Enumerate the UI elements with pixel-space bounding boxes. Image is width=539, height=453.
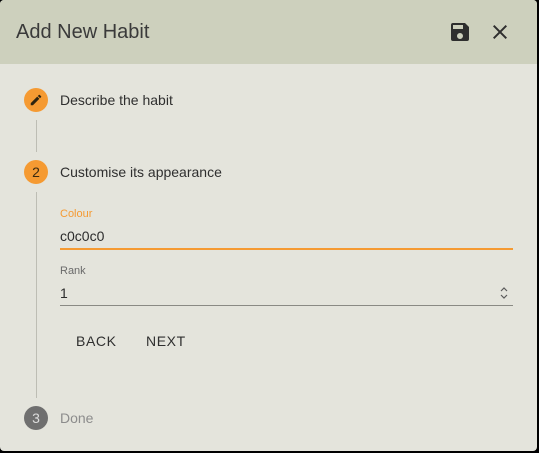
close-icon bbox=[493, 25, 507, 39]
rank-field-label: Rank bbox=[60, 265, 86, 277]
rank-input-wrapper[interactable]: 1 bbox=[60, 283, 513, 305]
step-3-label: Done bbox=[60, 410, 94, 426]
close-button[interactable] bbox=[488, 20, 512, 44]
rank-field[interactable]: Rank 1 bbox=[60, 264, 513, 306]
colour-input[interactable]: c0c0c0 bbox=[60, 226, 513, 248]
dialog-titlebar: Add New Habit bbox=[0, 0, 537, 64]
number-stepper-icon[interactable] bbox=[499, 285, 509, 301]
step-2-label: Customise its appearance bbox=[60, 164, 222, 180]
add-habit-dialog: Add New Habit Describe the habit 2 Custo… bbox=[0, 0, 537, 451]
next-button[interactable]: NEXT bbox=[146, 332, 186, 350]
rank-input-underline bbox=[60, 305, 513, 306]
step-3-indicator: 3 bbox=[24, 406, 48, 430]
step-1-label[interactable]: Describe the habit bbox=[60, 91, 173, 109]
pencil-icon bbox=[30, 94, 42, 106]
dialog-title: Add New Habit bbox=[16, 21, 150, 43]
save-button[interactable] bbox=[448, 20, 472, 44]
floppy-disk-icon bbox=[451, 23, 469, 41]
rank-input[interactable]: 1 bbox=[60, 285, 68, 301]
colour-input-underline bbox=[60, 248, 513, 250]
step-1-indicator[interactable] bbox=[24, 88, 48, 112]
back-button[interactable]: BACK bbox=[76, 332, 117, 350]
step-connector bbox=[36, 120, 37, 152]
colour-field-label: Colour bbox=[60, 208, 93, 220]
step-2-indicator: 2 bbox=[24, 160, 48, 184]
colour-field[interactable]: Colour c0c0c0 bbox=[60, 207, 513, 250]
step-connector bbox=[36, 192, 37, 398]
